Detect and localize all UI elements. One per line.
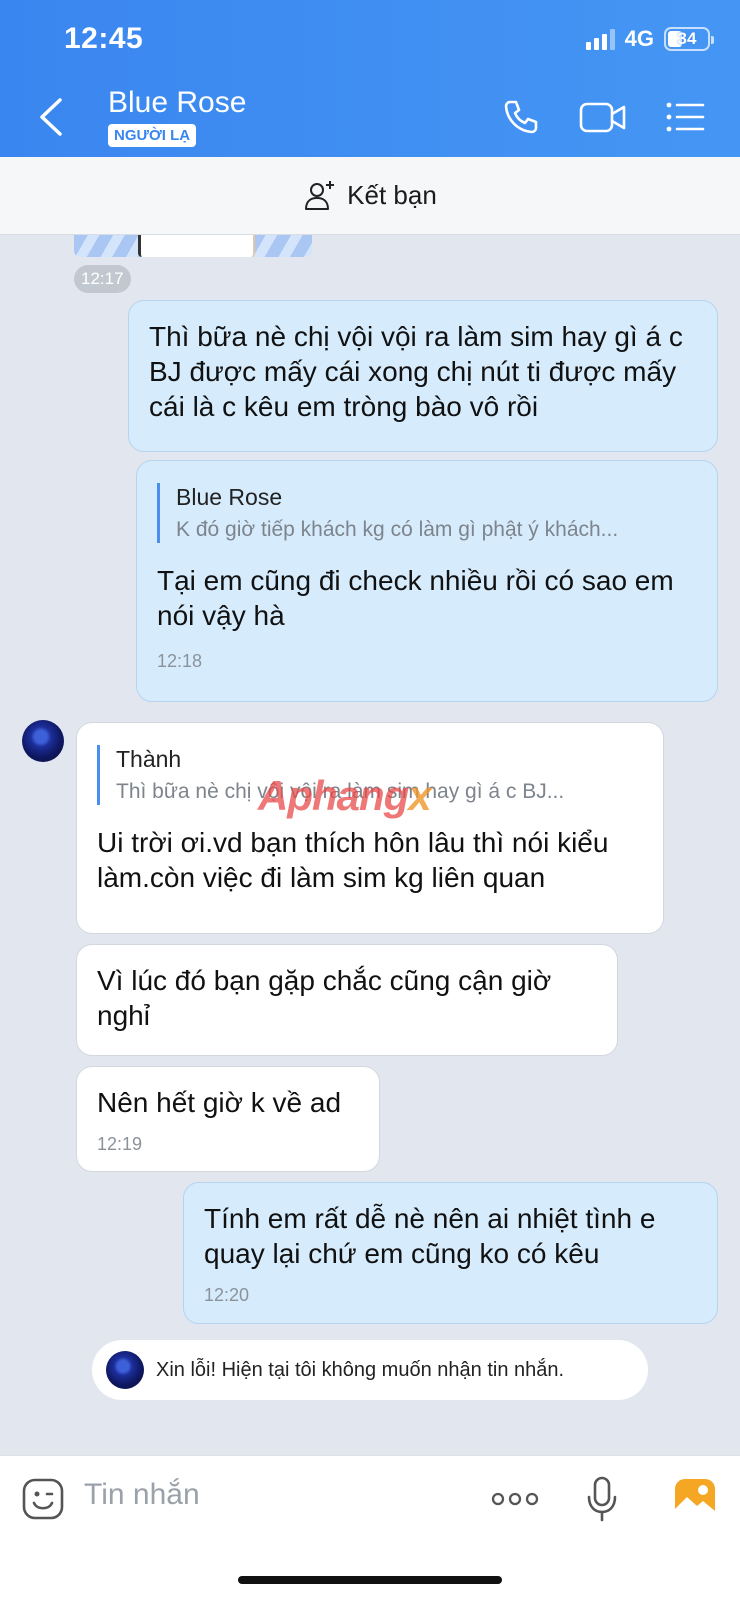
message-input[interactable]: Tin nhắn xyxy=(84,1478,200,1512)
voice-button[interactable] xyxy=(584,1476,620,1522)
outgoing-message[interactable]: Thì bữa nè chị vội vội ra làm sim hay gì… xyxy=(128,300,718,452)
stranger-badge: NGƯỜI LẠ xyxy=(108,124,197,147)
message-time: 12:17 xyxy=(74,265,131,293)
image-message[interactable] xyxy=(74,235,312,257)
message-text: Ui trời ơi.vd bạn thích hôn lâu thì nói … xyxy=(97,827,609,893)
message-text: Nên hết giờ k về ad xyxy=(97,1087,342,1118)
message-time: 12:20 xyxy=(204,1285,250,1305)
notice-text: Xin lỗi! Hiện tại tôi không muốn nhận ti… xyxy=(156,1358,565,1381)
list-menu-icon xyxy=(666,102,705,132)
contact-avatar[interactable] xyxy=(106,1351,144,1389)
chevron-left-icon xyxy=(40,98,62,136)
network-type: 4G xyxy=(624,26,654,51)
message-text: Thì bữa nè chị vội vội ra làm sim hay gì… xyxy=(149,321,683,422)
video-camera-icon xyxy=(579,102,626,133)
message-input-bar: Tin nhắn xyxy=(0,1455,740,1600)
video-call-button[interactable] xyxy=(578,95,628,139)
outgoing-message[interactable]: Tính em rất dễ nè nên ai nhiệt tình e qu… xyxy=(183,1182,718,1324)
quote-text: K đó giờ tiếp khách kg có làm gì phật ý … xyxy=(176,518,619,541)
quote-author: Blue Rose xyxy=(176,484,283,510)
system-notice: Xin lỗi! Hiện tại tôi không muốn nhận ti… xyxy=(92,1340,648,1400)
add-user-icon xyxy=(305,180,335,210)
contact-avatar[interactable] xyxy=(22,720,64,762)
message-text: Tại em cũng đi check nhiều rồi có sao em… xyxy=(157,565,674,631)
chat-header: 12:45 4G 34 Blue Rose NGƯỜI LẠ xyxy=(0,0,740,157)
battery-level: 34 xyxy=(677,29,697,48)
incoming-reply-message[interactable]: Thành Thì bữa nè chị vội vội ra làm sim … xyxy=(76,722,664,934)
quote-author: Thành xyxy=(116,746,182,772)
phone-icon xyxy=(504,100,538,134)
message-text: Tính em rất dễ nè nên ai nhiệt tình e qu… xyxy=(204,1203,656,1269)
gallery-button[interactable] xyxy=(672,1476,718,1522)
microphone-icon xyxy=(587,1476,617,1522)
emoji-button[interactable] xyxy=(20,1476,66,1522)
more-button[interactable] xyxy=(490,1476,540,1522)
contact-name[interactable]: Blue Rose xyxy=(108,86,246,120)
status-time: 12:45 xyxy=(64,22,144,55)
call-button[interactable] xyxy=(496,95,546,139)
signal-icon xyxy=(585,28,615,50)
add-friend-button[interactable]: Kết bạn xyxy=(0,157,740,235)
back-button[interactable] xyxy=(30,92,74,142)
quoted-message[interactable]: Blue Rose K đó giờ tiếp khách kg có làm … xyxy=(157,483,697,543)
battery-icon: 34 xyxy=(664,27,714,51)
message-time: 12:18 xyxy=(157,651,203,671)
menu-button[interactable] xyxy=(660,95,710,139)
gallery-icon xyxy=(675,1479,715,1519)
message-text: Vì lúc đó bạn gặp chắc cũng cận giờ nghỉ xyxy=(97,965,552,1031)
status-indicators: 4G 34 xyxy=(585,26,714,52)
more-dots-icon xyxy=(491,1492,539,1506)
add-friend-label: Kết bạn xyxy=(347,180,437,210)
outgoing-reply-message[interactable]: Blue Rose K đó giờ tiếp khách kg có làm … xyxy=(136,460,718,702)
watermark-logo: Aphangx xyxy=(258,772,432,819)
incoming-message[interactable]: Vì lúc đó bạn gặp chắc cũng cận giờ nghỉ xyxy=(76,944,618,1056)
message-time: 12:19 xyxy=(97,1134,143,1154)
home-indicator[interactable] xyxy=(238,1576,502,1584)
incoming-message[interactable]: Nên hết giờ k về ad 12:19 xyxy=(76,1066,380,1172)
emoji-icon xyxy=(22,1478,64,1520)
